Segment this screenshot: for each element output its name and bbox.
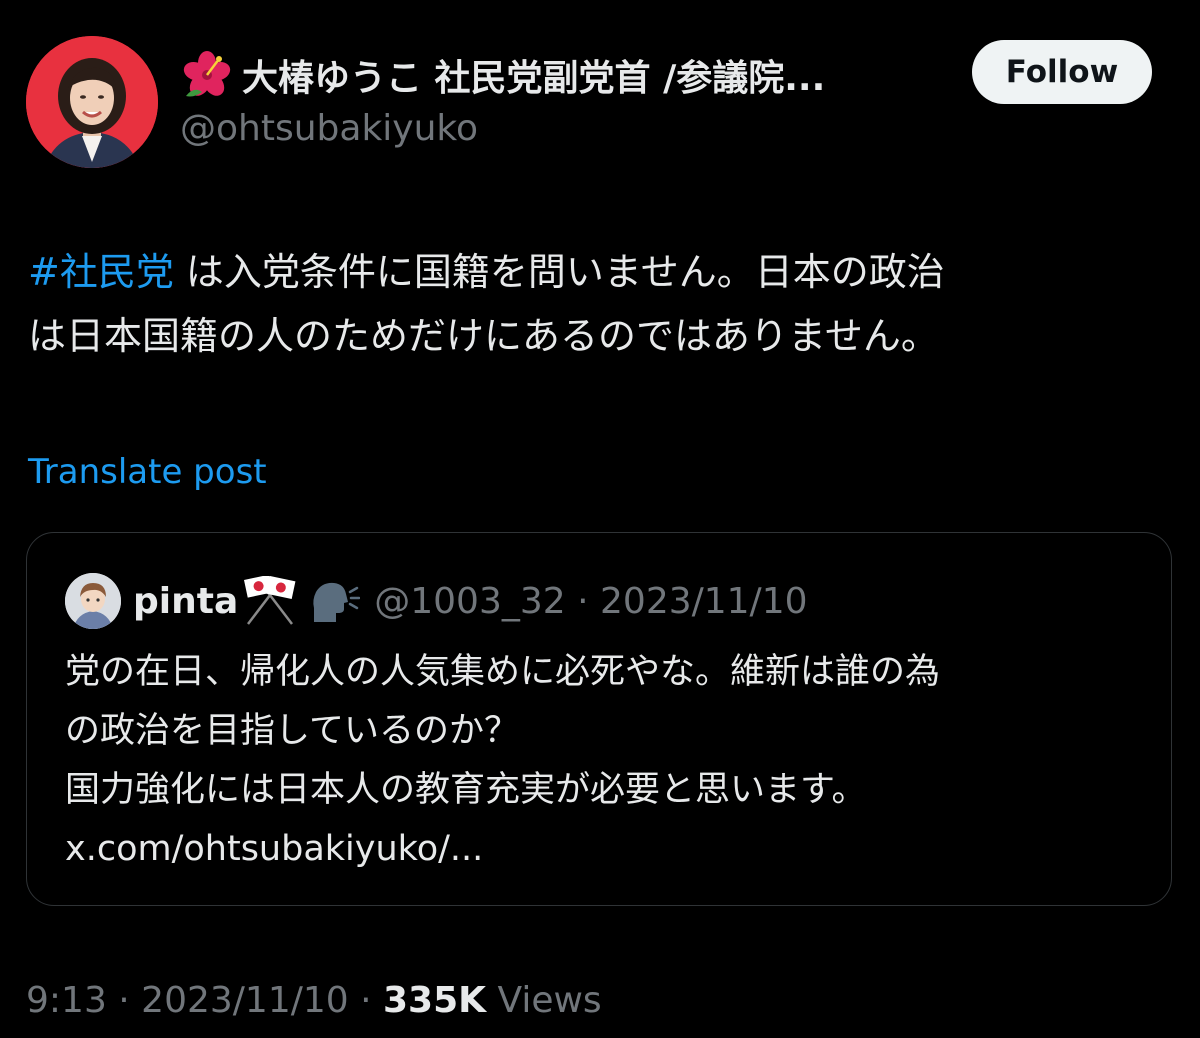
views-count: 335K xyxy=(383,980,487,1021)
author-handle[interactable]: @ohtsubakiyuko xyxy=(180,108,478,149)
follow-button[interactable]: Follow xyxy=(972,40,1152,104)
translate-post-link[interactable]: Translate post xyxy=(28,452,267,492)
speaking-head-icon xyxy=(310,578,361,624)
quoted-author-avatar[interactable] xyxy=(65,573,121,629)
quoted-text-line: の政治を目指しているのか？ xyxy=(65,711,519,751)
quoted-post-header: pinta @1003_32 · 2023/11/10 xyxy=(133,573,808,629)
post-text-line2: は日本国籍の人のためだけにあるのではありません。 xyxy=(28,314,939,358)
crossed-flags-icon xyxy=(240,574,300,626)
post-text-line1: は入党条件に国籍を問いません。日本の政治 xyxy=(173,250,945,294)
quoted-post-link[interactable]: x.com/ohtsubakiyuko/... xyxy=(65,820,1145,879)
post-timestamp[interactable]: 9:13 · 2023/11/10 · xyxy=(26,980,383,1021)
post-timestamp-views: 9:13 · 2023/11/10 · 335K Views xyxy=(26,980,602,1021)
quoted-author-name[interactable]: pinta xyxy=(133,581,238,622)
author-name-text: 大椿ゆうこ 社民党副党首 /参議院... xyxy=(242,58,826,99)
quoted-post-card[interactable]: pinta @1003_32 · 2023/11/10 党の在日、帰化人の人気集… xyxy=(26,532,1172,906)
quoted-text-line: 国力強化には日本人の教育充実が必要と思います。 xyxy=(65,770,867,810)
hashtag-link[interactable]: #社民党 xyxy=(28,250,174,294)
quoted-post-text: 党の在日、帰化人の人気集めに必死やな。維新は誰の為 の政治を目指しているのか？ … xyxy=(65,643,1145,879)
quoted-post-meta[interactable]: @1003_32 · 2023/11/10 xyxy=(374,581,807,622)
hibiscus-icon xyxy=(180,48,234,102)
author-avatar[interactable] xyxy=(26,36,158,168)
quoted-text-line: 党の在日、帰化人の人気集めに必死やな。維新は誰の為 xyxy=(65,652,941,692)
author-display-name[interactable]: 大椿ゆうこ 社民党副党首 /参議院... xyxy=(180,48,825,102)
views-label: Views xyxy=(486,980,602,1021)
post-text: #社民党 は入党条件に国籍を問いません。日本の政治 は日本国籍の人のためだけにあ… xyxy=(28,240,1178,368)
